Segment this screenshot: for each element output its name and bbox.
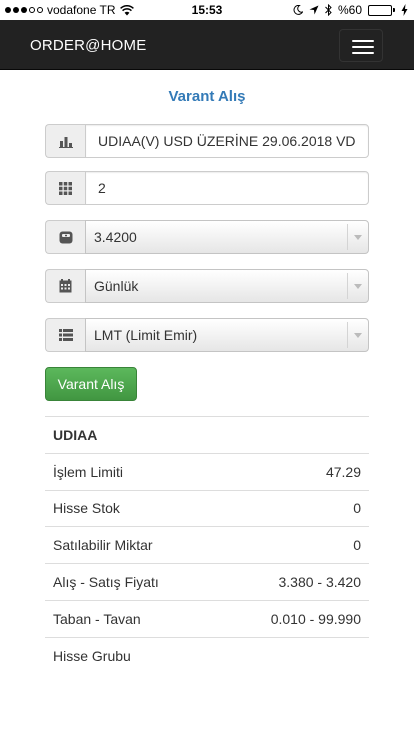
bar-chart-icon <box>45 124 85 158</box>
table-row: Hisse Stok 0 <box>45 489 369 527</box>
validity-select[interactable]: Günlük <box>85 269 369 303</box>
buy-warrant-button[interactable]: Varant Alış <box>45 367 137 401</box>
list-icon <box>45 318 85 352</box>
row-value: 0 <box>353 537 361 554</box>
charging-bolt-icon <box>401 4 408 16</box>
order-type-row: LMT (Limit Emir) <box>45 318 369 352</box>
info-table: UDIAA İşlem Limiti 47.29 Hisse Stok 0 Sa… <box>45 416 369 674</box>
price-select[interactable]: 3.4200 <box>85 220 369 254</box>
price-value: 3.4200 <box>94 229 137 245</box>
instrument-field[interactable]: UDIAA(V) USD ÜZERİNE 29.06.2018 VD <box>85 124 369 158</box>
battery-icon <box>368 4 395 16</box>
validity-value: Günlük <box>94 278 139 294</box>
row-value: 47.29 <box>325 463 361 480</box>
menu-toggle-button[interactable] <box>339 29 383 62</box>
table-row: İşlem Limiti 47.29 <box>45 452 369 490</box>
validity-row: Günlük <box>45 269 369 303</box>
top-navbar: ORDER@HOME <box>0 20 414 70</box>
table-row: Hisse Grubu <box>45 636 369 674</box>
brand-logo[interactable]: ORDER@HOME <box>30 37 146 54</box>
instrument-code: UDIAA <box>53 426 98 443</box>
chevron-down-icon <box>354 333 362 338</box>
grid-icon <box>45 171 85 205</box>
row-label: Hisse Stok <box>53 500 120 517</box>
order-type-value: LMT (Limit Emir) <box>94 327 198 343</box>
table-row: Satılabilir Miktar 0 <box>45 526 369 563</box>
row-label: Alış - Satış Fiyatı <box>53 574 159 591</box>
chevron-down-icon <box>354 284 362 289</box>
order-type-select[interactable]: LMT (Limit Emir) <box>85 318 369 352</box>
instrument-row: UDIAA(V) USD ÜZERİNE 29.06.2018 VD <box>45 124 369 158</box>
price-row: 3.4200 <box>45 220 369 254</box>
quantity-row: 2 <box>45 171 369 205</box>
table-row: Alış - Satış Fiyatı 3.380 - 3.420 <box>45 563 369 600</box>
row-label: Satılabilir Miktar <box>53 537 153 554</box>
hamburger-icon-bar <box>352 52 374 54</box>
row-value: 0.010 - 99.990 <box>270 610 361 627</box>
info-header: UDIAA <box>45 416 369 453</box>
select-divider <box>347 224 348 250</box>
row-value: 0 <box>353 500 361 517</box>
battery-percent: %60 <box>337 3 362 17</box>
quantity-input[interactable]: 2 <box>85 171 369 205</box>
calendar-icon <box>45 269 85 303</box>
hamburger-icon-bar <box>352 46 374 48</box>
chevron-down-icon <box>354 235 362 240</box>
table-row: Taban - Tavan 0.010 - 99.990 <box>45 599 369 637</box>
row-label: Hisse Grubu <box>53 647 131 664</box>
row-value: 3.380 - 3.420 <box>278 574 361 591</box>
moon-icon <box>293 5 303 15</box>
row-label: Taban - Tavan <box>53 610 141 627</box>
status-bar: vodafone TR 15:53 %60 <box>0 0 414 20</box>
scale-icon <box>45 220 85 254</box>
select-divider <box>347 273 348 299</box>
row-label: İşlem Limiti <box>53 463 124 480</box>
status-icons: %60 <box>293 3 408 17</box>
select-divider <box>347 322 348 348</box>
bluetooth-icon <box>325 4 332 16</box>
location-arrow-icon <box>309 5 319 15</box>
hamburger-icon <box>352 40 374 42</box>
page-title: Varant Alış <box>168 88 246 105</box>
